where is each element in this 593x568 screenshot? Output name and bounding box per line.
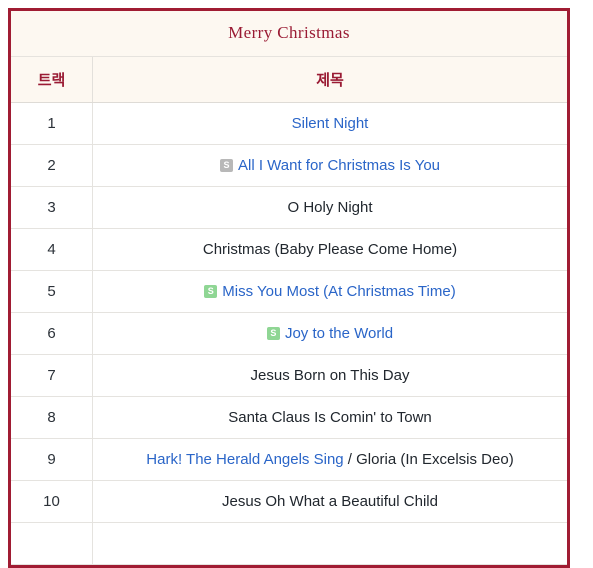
column-header-track: 트랙 [11, 57, 93, 103]
table-row: 5 S Miss You Most (At Christmas Time) [11, 270, 567, 313]
track-title-link[interactable]: Hark! The Herald Angels Sing [146, 451, 343, 468]
table-row: 9 Hark! The Herald Angels Sing / Gloria (… [11, 438, 567, 481]
track-title-text: Jesus Born on This Day [250, 367, 410, 384]
header-row: 트랙 제목 [11, 57, 567, 103]
track-title-cell [92, 522, 567, 565]
track-title-link[interactable]: Miss You Most (At Christmas Time) [222, 283, 455, 300]
table-row: 10 Jesus Oh What a Beautiful Child [11, 480, 567, 523]
column-header-title: 제목 [92, 57, 567, 103]
tracklist-table: Merry Christmas 트랙 제목 1 Silent Night 2 S All… [11, 11, 567, 565]
table-row: 4 Christmas (Baby Please Come Home) [11, 228, 567, 271]
track-title-cell: Santa Claus Is Comin' to Town [92, 396, 567, 439]
track-number-cell: 3 [11, 186, 93, 229]
track-number-cell: 2 [11, 144, 93, 187]
track-title-cell: S All I Want for Christmas Is You [92, 144, 567, 187]
track-title-cell: Silent Night [92, 102, 567, 145]
track-title-cell: O Holy Night [92, 186, 567, 229]
track-title-link[interactable]: Joy to the World [285, 325, 393, 342]
track-title-text: / Gloria (In Excelsis Deo) [343, 451, 514, 468]
tracklist-container: Merry Christmas 트랙 제목 1 Silent Night 2 S All… [8, 8, 570, 568]
track-title-text: O Holy Night [287, 199, 373, 216]
track-number-cell: 10 [11, 480, 93, 523]
table-body: 1 Silent Night 2 S All I Want for Christmas … [11, 102, 567, 565]
track-number-cell: 4 [11, 228, 93, 271]
single-badge-icon: S [219, 158, 233, 172]
table-header: 트랙 제목 [11, 57, 567, 103]
track-title-text: Christmas (Baby Please Come Home) [202, 241, 458, 258]
track-title-cell: Jesus Born on This Day [92, 354, 567, 397]
table-row: 3 O Holy Night [11, 186, 567, 229]
table-row: 1 Silent Night [11, 102, 567, 145]
table-row [11, 522, 567, 565]
table-row: 2 S All I Want for Christmas Is You [11, 144, 567, 187]
track-title-text: Santa Claus Is Comin' to Town [228, 409, 432, 426]
track-number-cell: 7 [11, 354, 93, 397]
track-number-cell [11, 522, 93, 565]
track-title-cell: Hark! The Herald Angels Sing / Gloria (I… [92, 438, 567, 481]
track-number-cell: 1 [11, 102, 93, 145]
single-badge-icon: S [266, 326, 280, 340]
table-row: 6 S Joy to the World [11, 312, 567, 355]
track-title-cell: S Miss You Most (At Christmas Time) [92, 270, 567, 313]
single-badge-icon: S [204, 284, 218, 298]
track-title-cell: Jesus Oh What a Beautiful Child [92, 480, 567, 523]
track-number-cell: 6 [11, 312, 93, 355]
track-number-cell: 9 [11, 438, 93, 481]
track-number-cell: 8 [11, 396, 93, 439]
track-title-cell: S Joy to the World [92, 312, 567, 355]
table-row: 8 Santa Claus Is Comin' to Town [11, 396, 567, 439]
track-title-cell: Christmas (Baby Please Come Home) [92, 228, 567, 271]
album-title: Merry Christmas [11, 11, 567, 57]
track-title-text: Jesus Oh What a Beautiful Child [222, 493, 438, 510]
track-title-link[interactable]: All I Want for Christmas Is You [238, 157, 440, 174]
track-title-link[interactable]: Silent Night [292, 115, 369, 132]
track-number-cell: 5 [11, 270, 93, 313]
table-row: 7 Jesus Born on This Day [11, 354, 567, 397]
